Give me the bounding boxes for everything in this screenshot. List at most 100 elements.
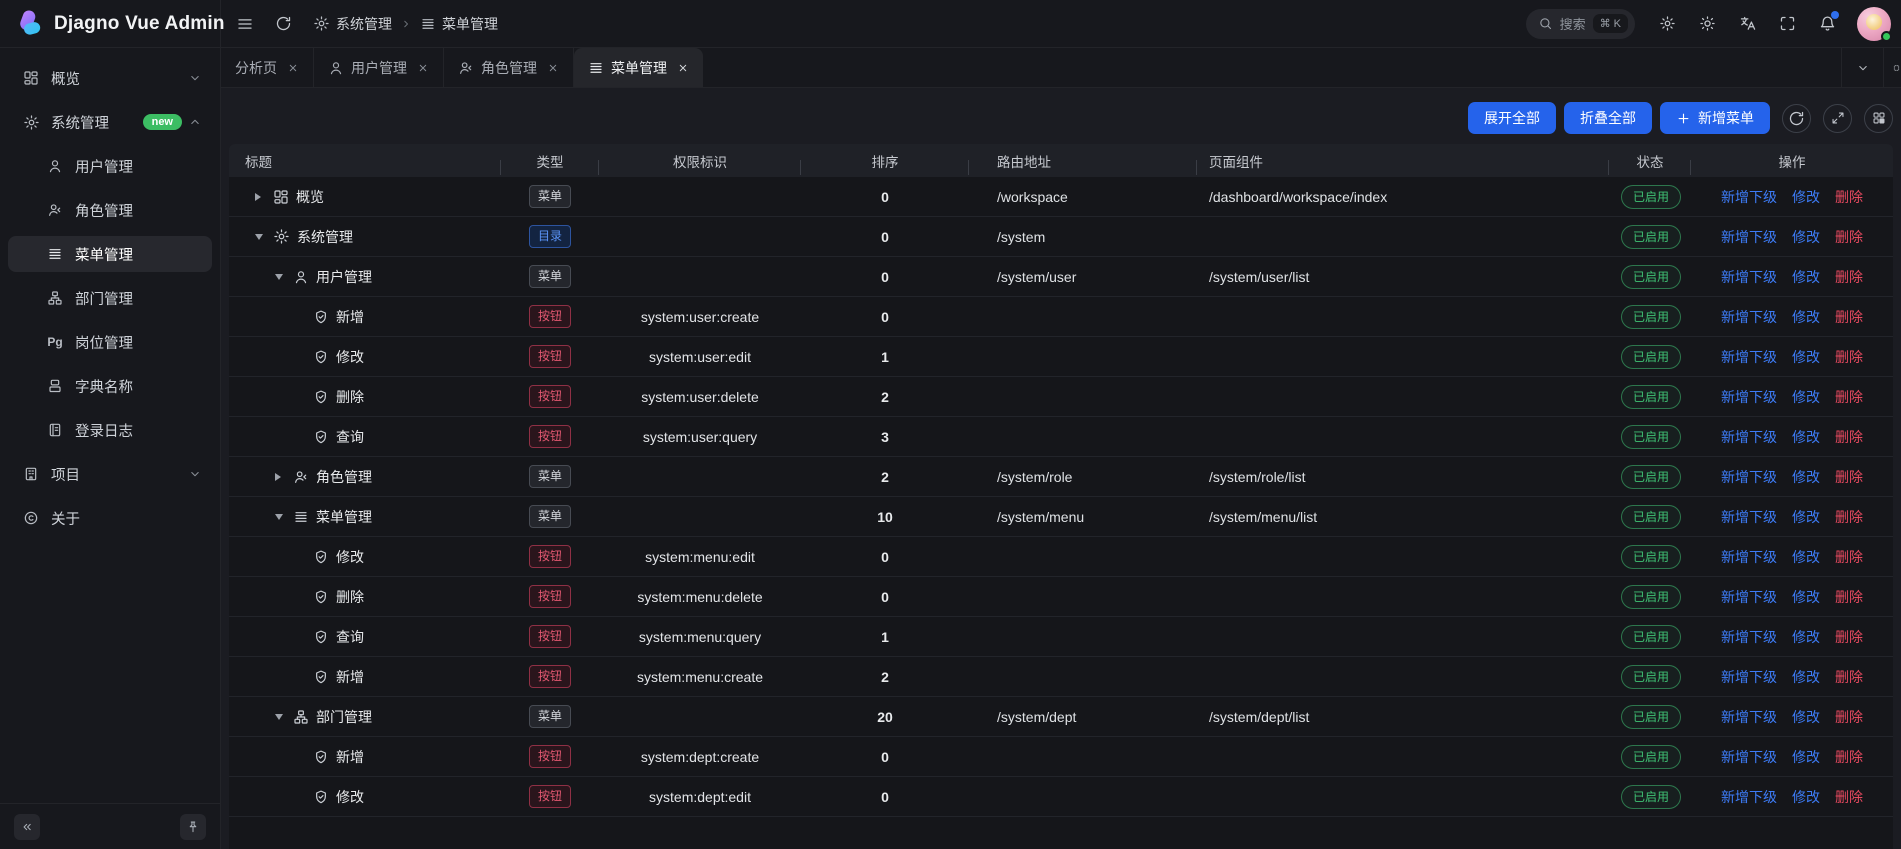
table-tool-columns-icon[interactable] <box>1864 104 1893 133</box>
expander-down-icon[interactable] <box>275 514 293 520</box>
column-header-页面组件[interactable]: 页面组件 <box>1197 151 1609 171</box>
add-child-link[interactable]: 新增下级 <box>1721 707 1777 727</box>
sidebar-item-项目[interactable]: 项目 <box>8 456 212 492</box>
sidebar-toggle-button[interactable] <box>227 6 263 42</box>
expander-down-icon[interactable] <box>255 234 273 240</box>
sidebar-item-菜单管理[interactable]: 菜单管理 <box>8 236 212 272</box>
breadcrumb-item[interactable]: 系统管理 <box>313 14 392 34</box>
add-child-link[interactable]: 新增下级 <box>1721 187 1777 207</box>
delete-link[interactable]: 删除 <box>1835 227 1863 247</box>
edit-link[interactable]: 修改 <box>1792 307 1820 327</box>
delete-link[interactable]: 删除 <box>1835 267 1863 287</box>
column-header-路由地址[interactable]: 路由地址 <box>969 151 1197 171</box>
add-child-link[interactable]: 新增下级 <box>1721 387 1777 407</box>
edit-link[interactable]: 修改 <box>1792 547 1820 567</box>
delete-link[interactable]: 删除 <box>1835 547 1863 567</box>
column-header-排序[interactable]: 排序 <box>801 151 969 171</box>
breadcrumb-item[interactable]: 菜单管理 <box>420 14 498 34</box>
expander-right-icon[interactable] <box>255 193 273 201</box>
edit-link[interactable]: 修改 <box>1792 747 1820 767</box>
delete-link[interactable]: 删除 <box>1835 467 1863 487</box>
tab-close-icon[interactable] <box>417 62 429 74</box>
edit-link[interactable]: 修改 <box>1792 227 1820 247</box>
delete-link[interactable]: 删除 <box>1835 307 1863 327</box>
tab-list-dropdown-button[interactable] <box>1841 48 1883 87</box>
collapse-sidebar-button[interactable] <box>14 814 40 840</box>
edit-link[interactable]: 修改 <box>1792 667 1820 687</box>
table-tool-expand-arrows-icon[interactable] <box>1823 104 1852 133</box>
edit-link[interactable]: 修改 <box>1792 467 1820 487</box>
sidebar-item-关于[interactable]: 关于 <box>8 500 212 536</box>
tab-close-icon[interactable] <box>677 62 689 74</box>
expander-right-icon[interactable] <box>275 473 293 481</box>
toolbar-button-展开全部[interactable]: 展开全部 <box>1468 102 1556 134</box>
add-child-link[interactable]: 新增下级 <box>1721 427 1777 447</box>
add-child-link[interactable]: 新增下级 <box>1721 587 1777 607</box>
delete-link[interactable]: 删除 <box>1835 427 1863 447</box>
fullscreen-button[interactable] <box>1769 6 1805 42</box>
pin-sidebar-button[interactable] <box>180 814 206 840</box>
sidebar-item-系统管理[interactable]: 系统管理new <box>8 104 212 140</box>
delete-link[interactable]: 删除 <box>1835 387 1863 407</box>
tab-角色管理[interactable]: 角色管理 <box>444 48 574 87</box>
language-button[interactable] <box>1729 6 1765 42</box>
delete-link[interactable]: 删除 <box>1835 787 1863 807</box>
add-child-link[interactable]: 新增下级 <box>1721 227 1777 247</box>
user-avatar[interactable] <box>1857 7 1891 41</box>
delete-link[interactable]: 删除 <box>1835 187 1863 207</box>
table-tool-refresh-icon[interactable] <box>1782 104 1811 133</box>
edit-link[interactable]: 修改 <box>1792 787 1820 807</box>
add-child-link[interactable]: 新增下级 <box>1721 307 1777 327</box>
delete-link[interactable]: 删除 <box>1835 747 1863 767</box>
delete-link[interactable]: 删除 <box>1835 667 1863 687</box>
tab-菜单管理[interactable]: 菜单管理 <box>574 48 703 87</box>
sidebar-item-部门管理[interactable]: 部门管理 <box>8 280 212 316</box>
sidebar-item-岗位管理[interactable]: Pg岗位管理 <box>8 324 212 360</box>
add-child-link[interactable]: 新增下级 <box>1721 747 1777 767</box>
edit-link[interactable]: 修改 <box>1792 587 1820 607</box>
add-child-link[interactable]: 新增下级 <box>1721 627 1777 647</box>
sidebar-item-字典名称[interactable]: 字典名称 <box>8 368 212 404</box>
edit-link[interactable]: 修改 <box>1792 267 1820 287</box>
add-child-link[interactable]: 新增下级 <box>1721 787 1777 807</box>
column-header-标题[interactable]: 标题 <box>229 151 501 171</box>
column-header-操作[interactable]: 操作 <box>1691 151 1893 171</box>
sidebar-item-角色管理[interactable]: 角色管理 <box>8 192 212 228</box>
sidebar-item-用户管理[interactable]: 用户管理 <box>8 148 212 184</box>
toolbar-button-新增菜单[interactable]: 新增菜单 <box>1660 102 1770 134</box>
search-input[interactable]: 搜索 ⌘ K <box>1526 9 1635 39</box>
delete-link[interactable]: 删除 <box>1835 347 1863 367</box>
edit-link[interactable]: 修改 <box>1792 387 1820 407</box>
sidebar-item-概览[interactable]: 概览 <box>8 60 212 96</box>
column-header-类型[interactable]: 类型 <box>501 151 599 171</box>
toolbar-button-折叠全部[interactable]: 折叠全部 <box>1564 102 1652 134</box>
add-child-link[interactable]: 新增下级 <box>1721 267 1777 287</box>
add-child-link[interactable]: 新增下级 <box>1721 347 1777 367</box>
settings-button[interactable] <box>1649 6 1685 42</box>
edit-link[interactable]: 修改 <box>1792 427 1820 447</box>
edit-link[interactable]: 修改 <box>1792 627 1820 647</box>
notifications-button[interactable] <box>1809 6 1845 42</box>
tab-用户管理[interactable]: 用户管理 <box>314 48 444 87</box>
add-child-link[interactable]: 新增下级 <box>1721 667 1777 687</box>
expander-down-icon[interactable] <box>275 714 293 720</box>
delete-link[interactable]: 删除 <box>1835 587 1863 607</box>
tab-close-icon[interactable] <box>547 62 559 74</box>
add-child-link[interactable]: 新增下级 <box>1721 547 1777 567</box>
column-header-状态[interactable]: 状态 <box>1609 151 1691 171</box>
edit-link[interactable]: 修改 <box>1792 187 1820 207</box>
delete-link[interactable]: 删除 <box>1835 507 1863 527</box>
edit-link[interactable]: 修改 <box>1792 507 1820 527</box>
add-child-link[interactable]: 新增下级 <box>1721 467 1777 487</box>
content-maximize-button[interactable] <box>1883 48 1901 87</box>
expander-down-icon[interactable] <box>275 274 293 280</box>
delete-link[interactable]: 删除 <box>1835 707 1863 727</box>
refresh-page-button[interactable] <box>265 6 301 42</box>
delete-link[interactable]: 删除 <box>1835 627 1863 647</box>
edit-link[interactable]: 修改 <box>1792 707 1820 727</box>
tab-分析页[interactable]: 分析页 <box>221 48 314 87</box>
sidebar-item-登录日志[interactable]: 登录日志 <box>8 412 212 448</box>
add-child-link[interactable]: 新增下级 <box>1721 507 1777 527</box>
theme-toggle-button[interactable] <box>1689 6 1725 42</box>
edit-link[interactable]: 修改 <box>1792 347 1820 367</box>
